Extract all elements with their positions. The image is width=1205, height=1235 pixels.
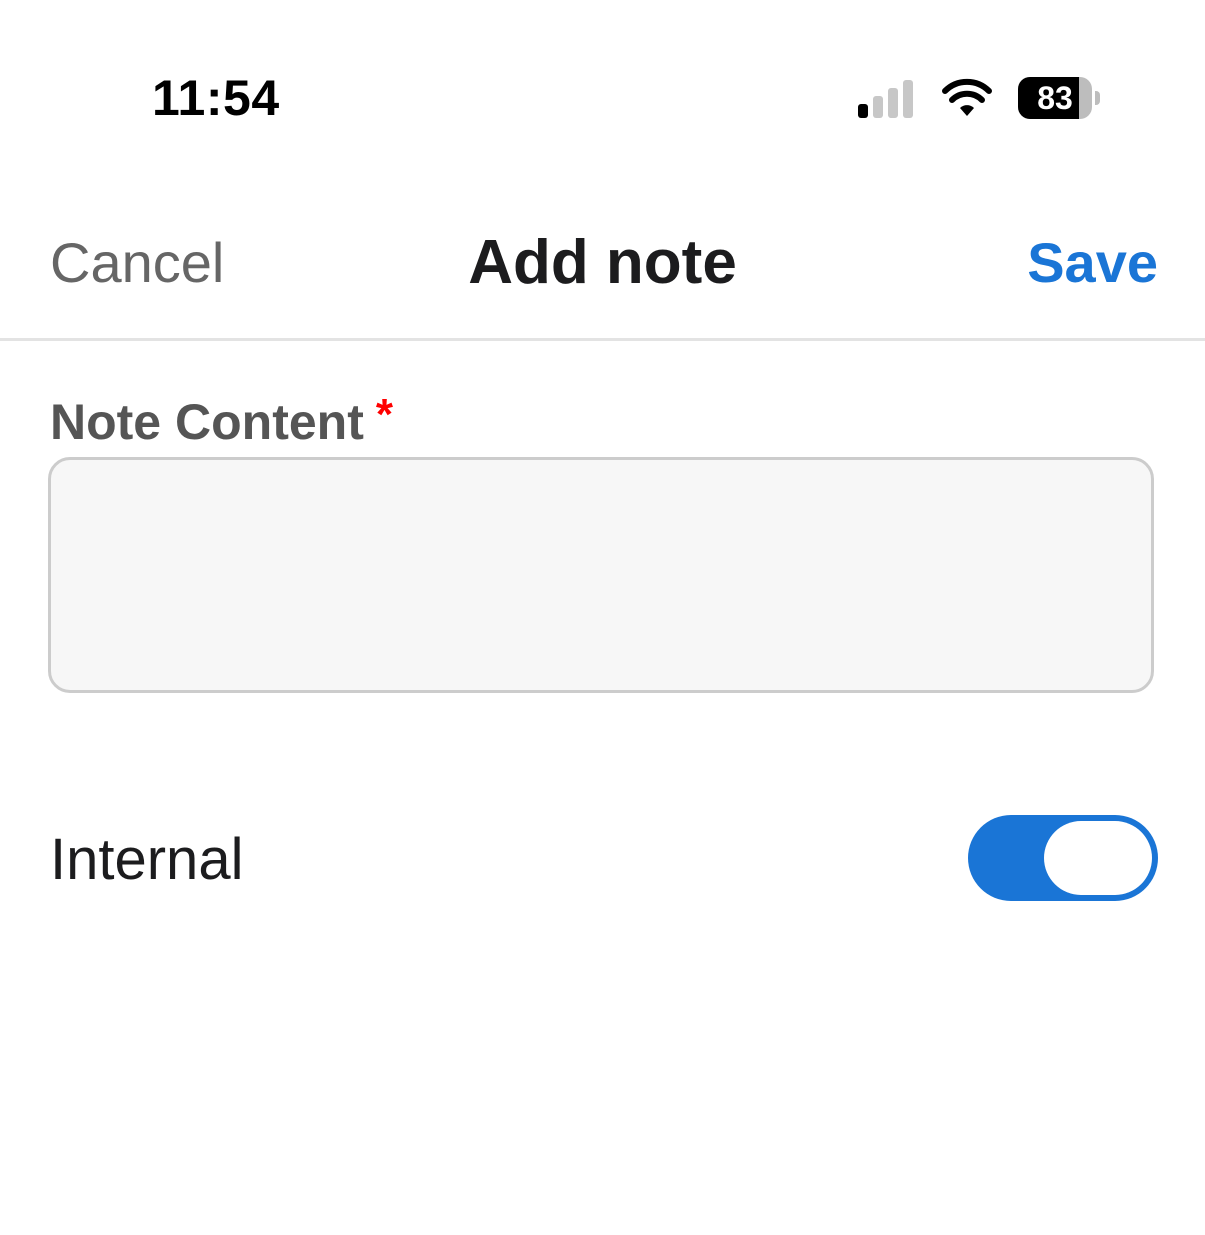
- status-icons: 83: [856, 76, 1100, 120]
- internal-toggle[interactable]: [968, 815, 1158, 901]
- battery-indicator: 83: [1018, 77, 1100, 119]
- internal-toggle-row: Internal: [50, 815, 1158, 901]
- page-title: Add note: [468, 228, 737, 297]
- status-bar: 11:54 83: [0, 0, 1205, 150]
- note-content-label: Note Content *: [50, 392, 393, 452]
- note-content-label-text: Note Content: [50, 394, 364, 450]
- note-content-input[interactable]: [48, 457, 1154, 693]
- save-button[interactable]: Save: [1027, 230, 1158, 296]
- status-time: 11:54: [152, 70, 280, 126]
- toggle-knob: [1044, 821, 1152, 895]
- battery-cap: [1095, 91, 1100, 105]
- navigation-header: Cancel Add note Save: [0, 200, 1205, 341]
- battery-level: 83: [1037, 80, 1073, 116]
- required-asterisk: *: [375, 390, 393, 439]
- internal-label: Internal: [50, 827, 244, 892]
- battery-icon: 83: [1018, 77, 1092, 119]
- cellular-signal-icon: [858, 80, 913, 118]
- wifi-icon: [942, 78, 992, 116]
